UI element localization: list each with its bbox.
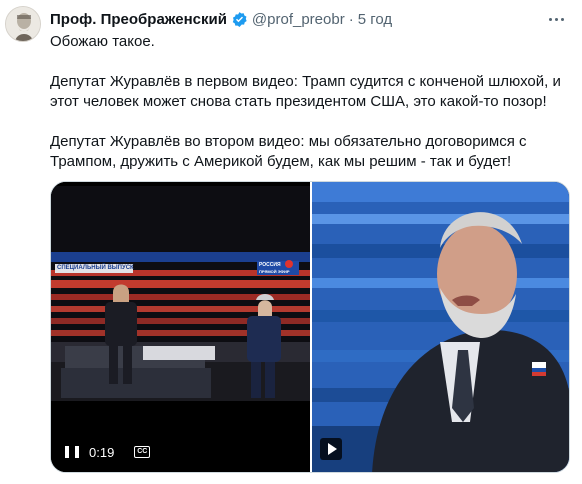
video-controls: 0:19 CC bbox=[65, 440, 151, 464]
pause-icon[interactable] bbox=[65, 445, 79, 459]
tweet-card[interactable]: Проф. Преображенский @prof_preobr · 5 го… bbox=[0, 0, 582, 484]
channel-logo-line2: ПРЯМОЙ ЭФИР bbox=[259, 269, 290, 274]
video-thumbnail[interactable] bbox=[312, 182, 569, 472]
separator-dot: · bbox=[348, 10, 354, 28]
avatar-portrait bbox=[6, 7, 40, 41]
avatar[interactable] bbox=[5, 6, 41, 42]
tweet-text-line: Депутат Журавлёв в первом видео: Трамп с… bbox=[50, 73, 561, 90]
channel-logo-line1: РОССИЯ bbox=[259, 262, 281, 268]
video-frame-studio bbox=[51, 182, 310, 472]
tweet-header: Проф. Преображенский @prof_preobr · 5 го… bbox=[50, 9, 392, 29]
tweet-text-line: Депутат Журавлёв во втором видео: мы обя… bbox=[50, 133, 527, 150]
play-icon[interactable] bbox=[320, 438, 342, 460]
timestamp[interactable]: 5 год bbox=[358, 11, 392, 28]
banner-text: СПЕЦИАЛЬНЫЙ ВЫПУСК bbox=[57, 265, 134, 271]
tweet-text-line: этот человек может снова стать президент… bbox=[50, 93, 547, 110]
author-handle[interactable]: @prof_preobr bbox=[252, 11, 345, 28]
closed-captions-icon[interactable]: CC bbox=[134, 446, 151, 458]
video-time: 0:19 bbox=[89, 444, 115, 460]
tweet-text-line: Трампом, дружить с Америкой будем, как м… bbox=[50, 153, 512, 170]
author-name[interactable]: Проф. Преображенский bbox=[50, 11, 227, 28]
more-dots-icon[interactable] bbox=[546, 10, 566, 28]
tweet-text-line: Обожаю такое. bbox=[50, 33, 155, 50]
video-player[interactable]: СПЕЦИАЛЬНЫЙ ВЫПУСК РОССИЯ ПРЯМОЙ ЭФИР 0:… bbox=[51, 182, 310, 472]
verified-badge-icon bbox=[232, 11, 247, 27]
video-frame-closeup bbox=[312, 182, 569, 472]
media-container[interactable]: СПЕЦИАЛЬНЫЙ ВЫПУСК РОССИЯ ПРЯМОЙ ЭФИР 0:… bbox=[50, 181, 570, 473]
